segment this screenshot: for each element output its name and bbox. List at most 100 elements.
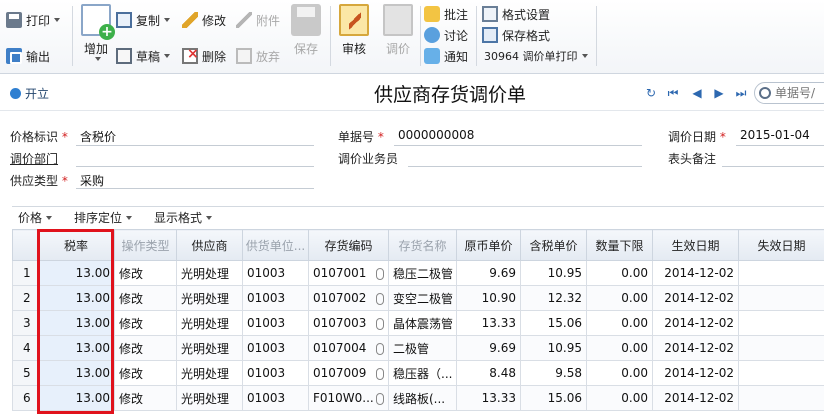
format-settings-button[interactable]: 格式设置 xyxy=(482,4,550,24)
table-cell[interactable]: 光明处理 xyxy=(176,385,243,411)
table-cell[interactable]: 0.00 xyxy=(586,260,653,286)
chevron-down-icon[interactable] xyxy=(54,18,61,22)
table-cell[interactable]: 13.00 xyxy=(37,285,115,311)
table-cell[interactable]: 8.48 xyxy=(456,360,521,386)
table-cell[interactable]: 修改 xyxy=(114,335,177,361)
table-cell[interactable]: 0107004 xyxy=(308,335,389,361)
search-input[interactable] xyxy=(775,86,824,100)
edit-button[interactable]: 修改 xyxy=(182,10,226,30)
col-supplier[interactable]: 供应商 xyxy=(176,229,243,261)
table-cell[interactable]: 稳压二极管 xyxy=(388,260,457,286)
table-row[interactable]: 6 13.00 修改 光明处理 01003 F010W0... 线路板(... 13.33 15… xyxy=(12,385,824,411)
table-cell[interactable]: 稳压器（... xyxy=(388,360,457,386)
paperclip-icon[interactable] xyxy=(376,293,384,305)
table-row[interactable]: 4 13.00 修改 光明处理 01003 0107004 二极管 9.69 10.95 0.00… xyxy=(12,335,824,361)
table-cell[interactable]: F010W0... xyxy=(308,385,389,411)
notify-button[interactable]: 通知 xyxy=(424,46,468,66)
table-cell[interactable] xyxy=(738,285,824,311)
table-cell[interactable]: 3 xyxy=(12,310,38,336)
discuss-button[interactable]: 讨论 xyxy=(424,25,468,45)
table-cell[interactable]: 01003 xyxy=(242,335,309,361)
table-cell[interactable]: 9.58 xyxy=(520,360,587,386)
table-cell[interactable]: 01003 xyxy=(242,310,309,336)
save-format-button[interactable]: 保存格式 xyxy=(482,25,550,45)
col-effective-date[interactable]: 生效日期 xyxy=(652,229,739,261)
table-cell[interactable]: 光明处理 xyxy=(176,335,243,361)
paperclip-icon[interactable] xyxy=(376,393,384,405)
col-operation-type[interactable]: 操作类型 xyxy=(114,229,177,261)
price-flag-field[interactable]: 含税价 xyxy=(80,128,116,145)
col-tax-rate[interactable]: 税率 xyxy=(37,229,115,261)
table-cell[interactable]: 15.06 xyxy=(520,310,587,336)
sort-menu[interactable]: 排序定位 xyxy=(74,209,133,226)
table-row[interactable]: 2 13.00 修改 光明处理 01003 0107002 变空二极管 10.90 12.32 0… xyxy=(12,285,824,311)
table-cell[interactable]: 修改 xyxy=(114,285,177,311)
table-cell[interactable]: 0.00 xyxy=(586,310,653,336)
table-cell[interactable]: 2014-12-02 xyxy=(652,260,739,286)
delete-button[interactable]: 删除 xyxy=(182,46,226,66)
table-cell[interactable]: 0.00 xyxy=(586,285,653,311)
display-format-menu[interactable]: 显示格式 xyxy=(154,209,213,226)
table-cell[interactable]: 0107009 xyxy=(308,360,389,386)
table-cell[interactable]: 10.90 xyxy=(456,285,521,311)
table-cell[interactable]: 6 xyxy=(12,385,38,411)
dept-label[interactable]: 调价部门 xyxy=(10,150,58,167)
col-expiry-date[interactable]: 失效日期 xyxy=(738,229,824,261)
table-cell[interactable]: 修改 xyxy=(114,360,177,386)
adjust-date-field[interactable]: 2015-01-04 xyxy=(740,128,810,142)
table-cell[interactable]: 光明处理 xyxy=(176,285,243,311)
table-row[interactable]: 1 13.00 修改 光明处理 01003 0107001 稳压二极管 9.69 10.95 0.… xyxy=(12,260,824,286)
search-box[interactable] xyxy=(754,82,824,104)
paperclip-icon[interactable] xyxy=(376,318,384,330)
doc-no-field[interactable]: 0000000008 xyxy=(398,128,474,142)
table-cell[interactable]: 13.33 xyxy=(456,385,521,411)
table-cell[interactable]: 2 xyxy=(12,285,38,311)
table-cell[interactable]: 01003 xyxy=(242,360,309,386)
table-row[interactable]: 3 13.00 修改 光明处理 01003 0107003 晶体震荡管 13.33 15.06 0… xyxy=(12,310,824,336)
col-inventory-name[interactable]: 存货名称 xyxy=(388,229,457,261)
table-cell[interactable]: 2014-12-02 xyxy=(652,385,739,411)
table-cell[interactable]: 光明处理 xyxy=(176,360,243,386)
table-cell[interactable]: 10.95 xyxy=(520,335,587,361)
col-original-price[interactable]: 原币单价 xyxy=(456,229,521,261)
table-cell[interactable]: 13.33 xyxy=(456,310,521,336)
table-cell[interactable] xyxy=(738,260,824,286)
header-note-field[interactable] xyxy=(722,166,824,167)
last-record-icon[interactable]: ⏭ xyxy=(734,86,748,100)
comment-button[interactable]: 批注 xyxy=(424,4,468,24)
table-cell[interactable] xyxy=(738,385,824,411)
table-cell[interactable]: 光明处理 xyxy=(176,310,243,336)
clerk-field[interactable] xyxy=(408,166,642,167)
table-cell[interactable]: 修改 xyxy=(114,385,177,411)
table-cell[interactable] xyxy=(738,335,824,361)
table-cell[interactable]: 13.00 xyxy=(37,385,115,411)
print-template-select[interactable]: 30964 调价单打印 xyxy=(484,46,588,66)
table-cell[interactable]: 修改 xyxy=(114,310,177,336)
chevron-down-icon[interactable] xyxy=(164,54,171,58)
table-cell[interactable]: 01003 xyxy=(242,285,309,311)
table-cell[interactable]: 1 xyxy=(12,260,38,286)
draft-button[interactable]: 草稿 xyxy=(116,46,171,66)
table-cell[interactable]: 0107002 xyxy=(308,285,389,311)
previous-record-icon[interactable]: ◀ xyxy=(690,86,704,100)
save-button[interactable]: 保存 xyxy=(286,4,326,64)
chevron-down-icon[interactable] xyxy=(164,18,171,22)
table-cell[interactable]: 变空二极管 xyxy=(388,285,457,311)
table-cell[interactable]: 2014-12-02 xyxy=(652,360,739,386)
table-cell[interactable]: 晶体震荡管 xyxy=(388,310,457,336)
supply-type-field[interactable]: 采购 xyxy=(80,172,104,189)
chevron-down-icon[interactable] xyxy=(95,57,101,61)
table-cell[interactable]: 0.00 xyxy=(586,360,653,386)
print-button[interactable]: 打印 xyxy=(6,10,61,30)
paperclip-icon[interactable] xyxy=(376,268,384,280)
abandon-button[interactable]: 放弃 xyxy=(236,46,280,66)
table-cell[interactable]: 13.00 xyxy=(37,335,115,361)
table-cell[interactable]: 2014-12-02 xyxy=(652,285,739,311)
table-cell[interactable]: 二极管 xyxy=(388,335,457,361)
table-cell[interactable]: 线路板(... xyxy=(388,385,457,411)
attach-button[interactable]: 附件 xyxy=(236,10,280,30)
dept-field[interactable] xyxy=(76,166,314,167)
table-row[interactable]: 5 13.00 修改 光明处理 01003 0107009 稳压器（... 8.48 9.58 0… xyxy=(12,360,824,386)
export-button[interactable]: 输出 xyxy=(6,46,50,66)
table-cell[interactable]: 2014-12-02 xyxy=(652,310,739,336)
